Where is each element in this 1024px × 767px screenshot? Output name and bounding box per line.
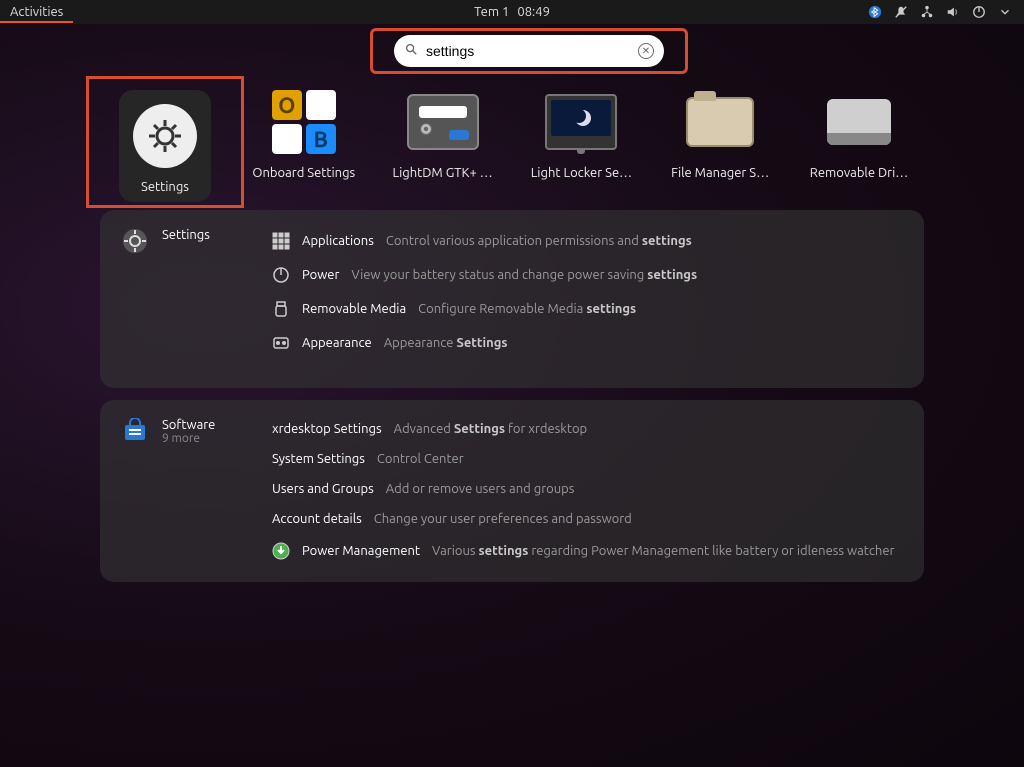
clear-search-icon[interactable]: ✕ [638,43,654,59]
power-icon [272,266,290,284]
row-name: Users and Groups [272,482,374,496]
settings-row-appearance[interactable]: Appearance Appearance Settings [272,334,904,352]
row-desc: Appearance Settings [384,336,508,350]
onboard-icon: OB [272,90,336,154]
settings-results-panel: Settings Applications Control various ap… [100,210,924,388]
row-desc: Configure Removable Media settings [418,302,636,316]
app-label: File Manager S… [671,166,769,180]
app-results-grid: Settings OB Onboard Settings LightDM GTK… [100,90,924,202]
gear-icon [133,104,197,168]
activities-button[interactable]: Activities [0,2,73,23]
bluetooth-icon[interactable] [868,5,882,19]
settings-row-applications[interactable]: Applications Control various application… [272,232,904,250]
row-desc: Add or remove users and groups [386,482,575,496]
settings-row-removable-media[interactable]: Removable Media Configure Removable Medi… [272,300,904,318]
software-row-power-management[interactable]: Power Management Various settings regard… [272,542,904,560]
panel-subtitle[interactable]: 9 more [162,432,215,445]
drive-icon [827,99,891,145]
row-desc: Control various application permissions … [386,234,692,248]
clock[interactable]: Tem 1 08:49 [474,5,550,19]
app-label: Light Locker Se… [531,166,632,180]
settings-row-power[interactable]: Power View your battery status and chang… [272,266,904,284]
row-name: Power [302,268,339,282]
software-store-icon [122,418,148,444]
row-name: xrdesktop Settings [272,422,382,436]
row-desc: Various settings regarding Power Managem… [432,544,894,558]
time-label: 08:49 [517,5,550,19]
software-row-account-details[interactable]: Account details Change your user prefere… [272,512,904,526]
login-settings-icon [407,94,479,150]
row-name: Power Management [302,544,420,558]
row-name: Applications [302,234,374,248]
download-icon [272,542,290,560]
panel-title: Settings [162,228,210,242]
row-desc: Change your user preferences and passwor… [374,512,632,526]
row-name: Account details [272,512,362,526]
row-desc: View your battery status and change powe… [351,268,697,282]
app-label: LightDM GTK+ … [392,166,492,180]
app-label: Settings [141,180,189,194]
app-removable-drives[interactable]: Removable Dri… [794,90,924,202]
app-file-manager-settings[interactable]: File Manager S… [655,90,785,202]
row-name: Appearance [302,336,372,350]
power-icon[interactable] [972,5,986,19]
chevron-down-icon[interactable] [998,5,1012,19]
software-row-xrdesktop[interactable]: xrdesktop Settings Advanced Settings for… [272,422,904,436]
network-icon[interactable] [920,5,934,19]
folder-icon [686,97,754,147]
software-results-panel: Software 9 more xrdesktop Settings Advan… [100,400,924,582]
top-bar: Activities Tem 1 08:49 [0,0,1024,24]
search-highlight-box: ✕ [370,28,688,74]
grid-icon [272,232,290,250]
app-label: Onboard Settings [252,166,355,180]
app-light-locker[interactable]: Light Locker Se… [516,90,646,202]
usb-icon [272,300,290,318]
app-settings[interactable]: Settings [100,90,230,202]
search-icon [404,42,418,60]
software-row-system-settings[interactable]: System Settings Control Center [272,452,904,466]
date-label: Tem 1 [474,5,509,19]
row-desc: Advanced Settings for xrdesktop [394,422,588,436]
volume-icon[interactable] [946,5,960,19]
software-row-users-groups[interactable]: Users and Groups Add or remove users and… [272,482,904,496]
row-desc: Control Center [377,452,464,466]
appearance-icon [272,334,290,352]
search-field[interactable]: ✕ [394,35,664,67]
app-label: Removable Dri… [810,166,908,180]
app-lightdm-gtk[interactable]: LightDM GTK+ … [378,90,508,202]
system-tray [868,5,1024,19]
app-onboard-settings[interactable]: OB Onboard Settings [239,90,369,202]
row-name: Removable Media [302,302,406,316]
row-name: System Settings [272,452,365,466]
notifications-muted-icon[interactable] [894,5,908,19]
panel-title: Software [162,418,215,432]
gear-icon [122,228,148,254]
screensaver-icon [545,94,617,150]
search-input[interactable] [418,43,638,59]
